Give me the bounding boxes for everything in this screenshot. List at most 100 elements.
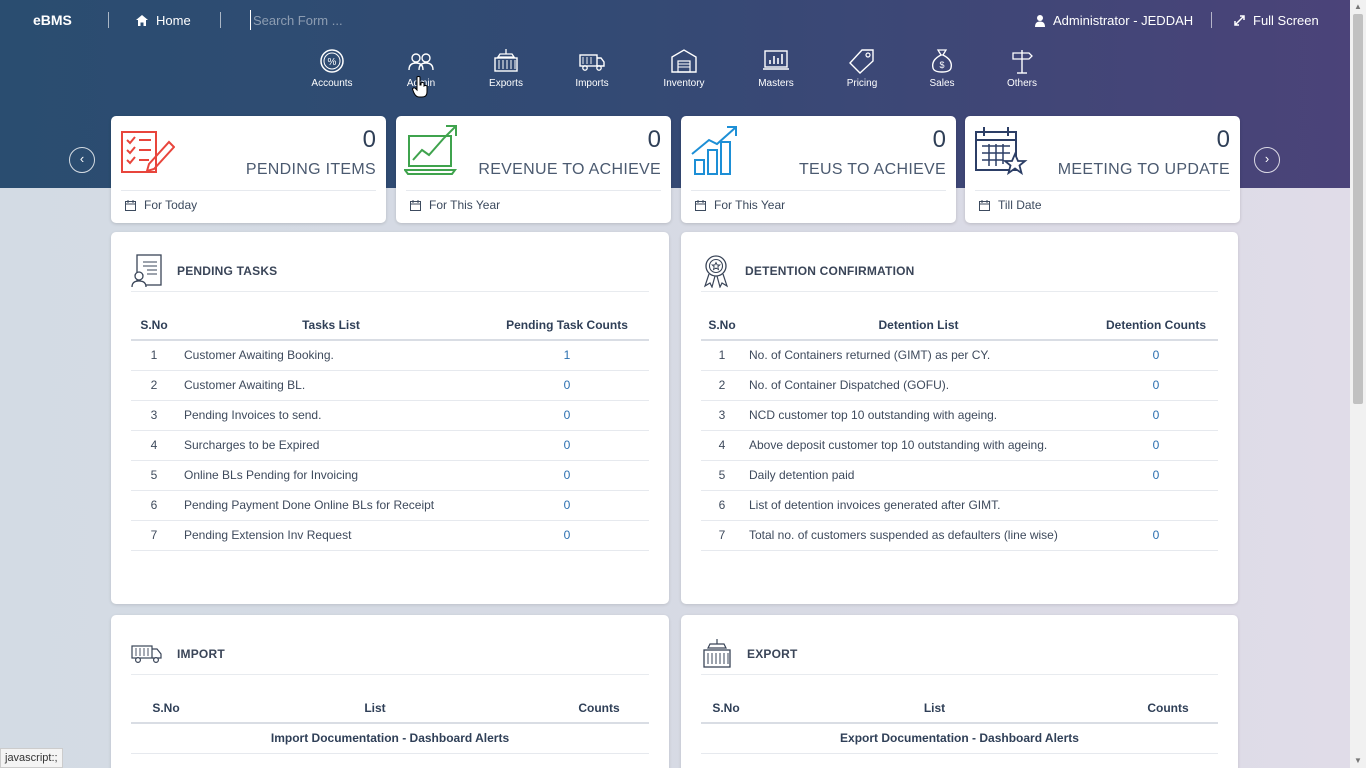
signpost-icon (1012, 50, 1033, 74)
kpi-period-label: For This Year (429, 198, 501, 212)
row-count-link[interactable]: 0 (1094, 400, 1218, 431)
kpi-label: MEETING TO UPDATE (1057, 161, 1230, 178)
row-sno: 5 (701, 460, 743, 491)
row-text: Customer Awaiting BL. (177, 370, 485, 401)
truck-icon (131, 644, 162, 663)
row-count-link[interactable] (1094, 490, 1218, 521)
kpi-period-label: For Today (144, 198, 198, 212)
row-count-link[interactable]: 0 (485, 490, 649, 521)
row-sno: 1 (131, 340, 177, 371)
kpi-value: 0 (647, 126, 661, 153)
module-exports[interactable]: Exports (471, 48, 541, 89)
svg-text:%: % (328, 57, 337, 68)
row-sno: 2 (131, 370, 177, 401)
row-count-link[interactable]: 0 (1094, 460, 1218, 491)
divider (691, 190, 946, 191)
row-text: Daily detention paid (743, 460, 1094, 491)
kpi-period: For This Year (410, 198, 500, 212)
module-pricing[interactable]: Pricing (827, 48, 897, 89)
kpi-period: Till Date (979, 198, 1042, 212)
module-others[interactable]: Others (987, 48, 1057, 89)
container-crane-icon (494, 49, 518, 72)
row-count-link[interactable]: 0 (485, 400, 649, 431)
calendar-star-icon (975, 127, 1028, 176)
module-label: Exports (489, 78, 523, 89)
carousel-prev-button[interactable]: ‹ (69, 147, 95, 173)
home-link[interactable]: Home (136, 13, 191, 28)
row-count-link[interactable]: 0 (1094, 430, 1218, 461)
search-form-input[interactable] (250, 10, 450, 30)
module-inventory[interactable]: Inventory (649, 48, 719, 89)
row-count-link[interactable]: 0 (1094, 520, 1218, 551)
table-header-row: S.No Detention List Detention Counts (701, 310, 1218, 341)
table-subheader-row: Import Documentation - Dashboard Alerts (131, 723, 649, 754)
table-row: 7 Total no. of customers suspended as def… (701, 520, 1218, 551)
module-label: Masters (758, 78, 794, 89)
row-count-link[interactable]: 0 (485, 520, 649, 551)
kpi-card-revenue[interactable]: 0 REVENUE TO ACHIEVE For This Year (396, 116, 671, 223)
table-row: 6 List of detention invoices generated af… (701, 490, 1218, 521)
detention-confirmation-panel: DETENTION CONFIRMATION S.No Detention Li… (681, 232, 1238, 604)
table-row: 6 Pending Payment Done Online BLs for Rec… (131, 490, 649, 521)
column-header-sno: S.No (131, 693, 201, 724)
row-sno: 5 (131, 460, 177, 491)
table-subheader-row: Export Documentation - Dashboard Alerts (701, 723, 1218, 754)
row-text: Surcharges to be Expired (177, 430, 485, 461)
module-accounts[interactable]: % Accounts (297, 48, 367, 89)
export-panel: EXPORT S.No List Counts Export Documenta… (681, 615, 1238, 768)
row-sno: 2 (701, 370, 743, 401)
calendar-icon (695, 199, 706, 211)
users-icon (408, 53, 434, 71)
column-header-list: Detention List (743, 310, 1094, 341)
row-text: No. of Container Dispatched (GOFU). (743, 370, 1094, 401)
module-masters[interactable]: Masters (741, 48, 811, 89)
row-count-link[interactable]: 0 (485, 370, 649, 401)
row-text: List of detention invoices generated aft… (743, 490, 1094, 521)
table-row: 2 Customer Awaiting BL. 0 (131, 370, 649, 401)
table-row: 1 Customer Awaiting Booking. 1 (131, 340, 649, 371)
module-sales[interactable]: $ Sales (907, 48, 977, 89)
divider (975, 190, 1230, 191)
module-imports[interactable]: Imports (557, 48, 627, 89)
kpi-label: REVENUE TO ACHIEVE (478, 161, 661, 178)
kpi-card-meetings[interactable]: 0 MEETING TO UPDATE Till Date (965, 116, 1240, 223)
page-scrollbar[interactable]: ▲ ▼ (1350, 0, 1366, 768)
row-sno: 7 (131, 520, 177, 551)
panel-header: IMPORT (131, 633, 649, 675)
carousel-next-button[interactable]: › (1254, 147, 1280, 173)
row-sno: 3 (131, 400, 177, 431)
table-row: 3 Pending Invoices to send. 0 (131, 400, 649, 431)
column-header-count: Detention Counts (1094, 310, 1218, 341)
scrollbar-thumb[interactable] (1353, 14, 1363, 404)
module-label: Others (1006, 78, 1037, 89)
kpi-period-label: Till Date (998, 198, 1042, 212)
laptop-growth-icon (404, 125, 457, 175)
money-bag-icon: $ (931, 49, 953, 73)
fullscreen-button[interactable]: Full Screen (1234, 13, 1319, 28)
divider (108, 12, 109, 28)
module-label: Imports (575, 78, 609, 89)
table-row: 1 No. of Containers returned (GIMT) as pe… (701, 340, 1218, 371)
row-text: Customer Awaiting Booking. (177, 340, 485, 371)
row-count-link[interactable]: 0 (1094, 370, 1218, 401)
scroll-down-icon[interactable]: ▼ (1350, 754, 1366, 768)
row-count-link[interactable]: 1 (485, 340, 649, 371)
column-header-sno: S.No (701, 310, 743, 341)
award-ribbon-icon (703, 254, 729, 288)
row-count-link[interactable]: 0 (485, 460, 649, 491)
table-header-row: S.No List Counts (131, 693, 649, 724)
row-count-link[interactable]: 0 (1094, 340, 1218, 371)
chevron-left-icon: ‹ (79, 151, 85, 166)
row-sno: 6 (131, 490, 177, 521)
table-row: 4 Surcharges to be Expired 0 (131, 430, 649, 461)
browser-status-bar: javascript:; (0, 748, 63, 768)
kpi-card-teus[interactable]: 0 TEUS TO ACHIEVE For This Year (681, 116, 956, 223)
row-count-link[interactable]: 0 (485, 430, 649, 461)
kpi-card-pending-items[interactable]: 0 PENDING ITEMS For Today (111, 116, 386, 223)
brand-logo[interactable]: eBMS (33, 12, 72, 28)
table-row: 2 No. of Container Dispatched (GOFU). 0 (701, 370, 1218, 401)
scroll-up-icon[interactable]: ▲ (1350, 0, 1366, 14)
table-row: 5 Online BLs Pending for Invoicing 0 (131, 460, 649, 491)
pending-tasks-table: S.No Tasks List Pending Task Counts 1 Cus… (131, 310, 649, 551)
user-menu[interactable]: Administrator - JEDDAH (1035, 13, 1193, 28)
